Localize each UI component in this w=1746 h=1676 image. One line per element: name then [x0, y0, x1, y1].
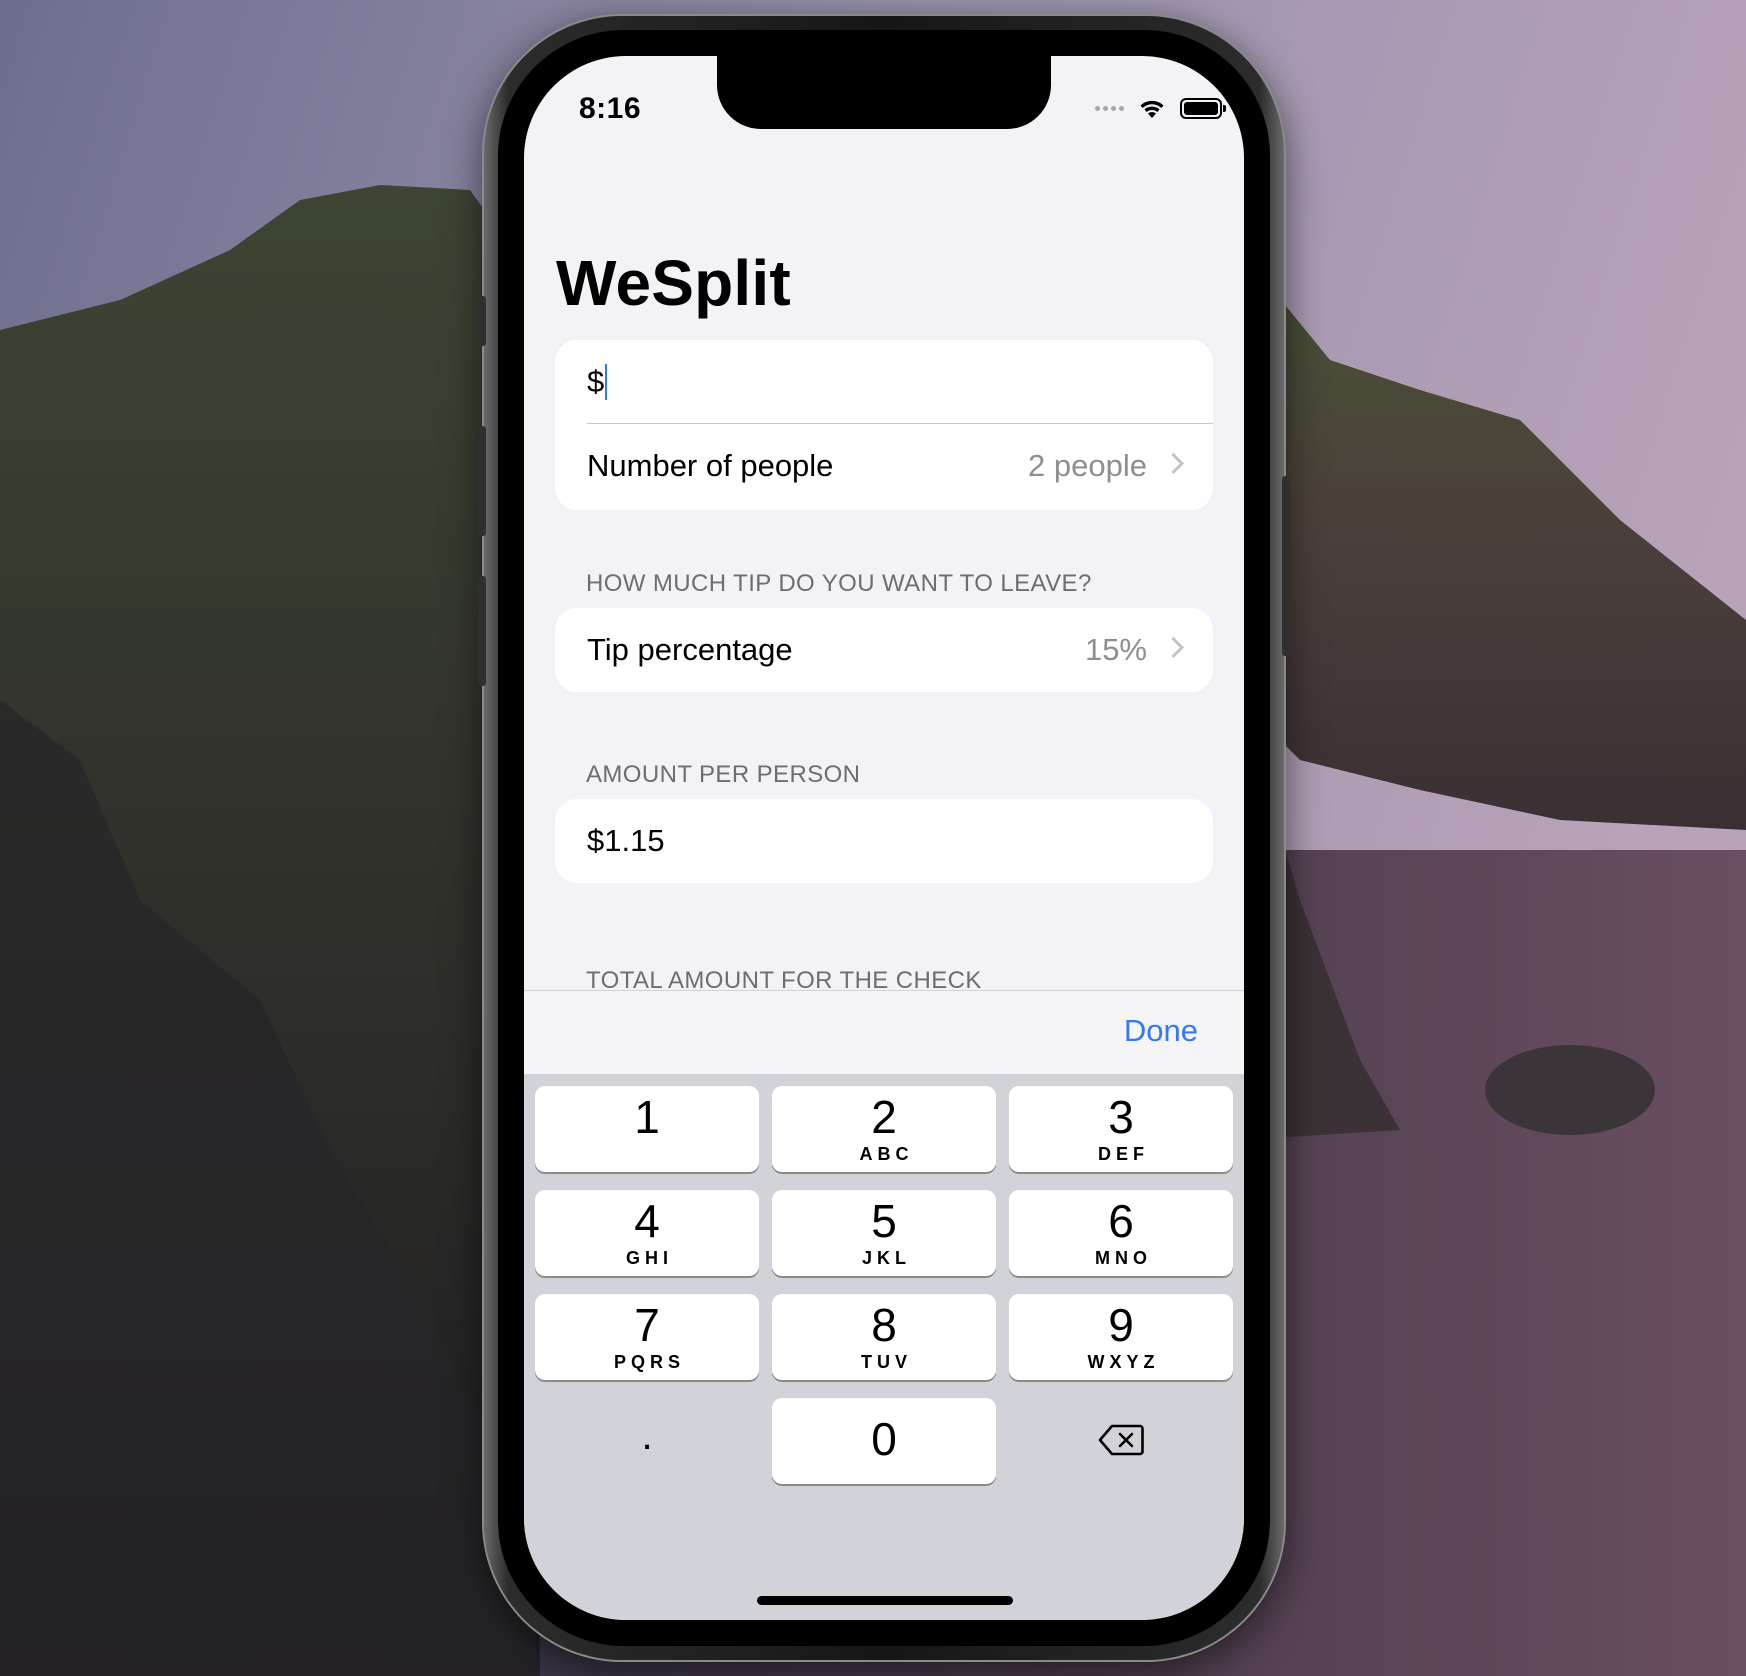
delete-backspace-icon [1098, 1424, 1144, 1456]
key-3[interactable]: 3 DEF [1009, 1086, 1233, 1172]
key-4[interactable]: 4 GHI [535, 1190, 759, 1276]
key-digit: 3 [1108, 1091, 1134, 1143]
amount-per-person-card: $1.15 [555, 799, 1213, 883]
key-digit: 7 [634, 1299, 660, 1351]
mute-switch [478, 296, 486, 346]
key-digit: 8 [871, 1299, 897, 1351]
key-digit: 9 [1108, 1299, 1134, 1351]
key-letters: GHI [625, 1248, 673, 1268]
key-6[interactable]: 6 MNO [1009, 1190, 1233, 1276]
tip-percentage-row[interactable]: Tip percentage 15% [555, 608, 1213, 692]
key-backspace[interactable] [1009, 1398, 1233, 1484]
key-letters: JKL [861, 1248, 911, 1268]
key-digit: 0 [871, 1413, 897, 1465]
status-icons [1095, 98, 1226, 119]
status-time: 8:16 [579, 92, 642, 125]
number-of-people-row[interactable]: Number of people 2 people [555, 424, 1213, 508]
key-digit: 5 [871, 1195, 897, 1247]
amount-per-person-header: AMOUNT PER PERSON [586, 761, 861, 788]
key-letters: MNO [1095, 1248, 1152, 1268]
key-9[interactable]: 9 WXYZ [1009, 1294, 1233, 1380]
bill-input-card: $ Number of people 2 people [555, 340, 1213, 510]
key-1[interactable]: 1 [535, 1086, 759, 1172]
number-of-people-label: Number of people [587, 448, 834, 483]
key-5[interactable]: 5 JKL [772, 1190, 996, 1276]
phone-screen: 8:16 WeSplit $ Number of people 2 people… [524, 56, 1244, 1620]
key-digit: 2 [871, 1091, 897, 1143]
key-2[interactable]: 2 ABC [772, 1086, 996, 1172]
decimal-point: . [641, 1414, 653, 1458]
key-digit: 4 [634, 1195, 660, 1247]
tip-percentage-value: 15% [1084, 632, 1147, 667]
amount-per-person-value: $1.15 [587, 823, 665, 858]
notch [717, 56, 1051, 129]
done-button[interactable]: Done [1124, 1013, 1198, 1049]
key-letters: DEF [1098, 1144, 1149, 1164]
tip-card: Tip percentage 15% [555, 608, 1213, 692]
volume-down-button [478, 576, 486, 686]
check-amount-input[interactable] [607, 364, 1181, 400]
chevron-right-icon [1162, 452, 1185, 475]
amount-prefix: $ [587, 364, 605, 399]
number-of-people-value: 2 people [1028, 448, 1147, 483]
key-7[interactable]: 7 PQRS [535, 1294, 759, 1380]
chevron-right-icon [1162, 636, 1185, 659]
keyboard-toolbar: Done [524, 990, 1244, 1075]
check-amount-row[interactable]: $ [555, 340, 1213, 424]
iphone-frame: 8:16 WeSplit $ Number of people 2 people… [478, 16, 1290, 1660]
key-0[interactable]: 0 [772, 1398, 996, 1484]
page-title: WeSplit [556, 247, 791, 319]
key-digit: 1 [634, 1091, 660, 1143]
key-letters: ABC [859, 1144, 914, 1164]
key-letters: WXYZ [1087, 1352, 1160, 1372]
key-letters: PQRS [613, 1352, 685, 1372]
key-digit: 6 [1108, 1195, 1134, 1247]
amount-per-person-row: $1.15 [555, 799, 1213, 883]
key-letters: TUV [861, 1352, 912, 1372]
tip-section-header: HOW MUCH TIP DO YOU WANT TO LEAVE? [586, 570, 1092, 597]
key-8[interactable]: 8 TUV [772, 1294, 996, 1380]
wifi-icon [1140, 100, 1164, 118]
volume-up-button [478, 426, 486, 536]
battery-icon [1180, 98, 1226, 119]
cellular-signal-icon [1095, 106, 1124, 111]
number-pad: 1 2 ABC 3 DEF 4 GHI 5 JKL 6 MNO 7 PQRS 8… [524, 1074, 1244, 1620]
key-decimal[interactable]: . [535, 1398, 759, 1484]
home-indicator [757, 1596, 1013, 1605]
tip-percentage-label: Tip percentage [587, 632, 793, 667]
side-button [1282, 476, 1290, 656]
